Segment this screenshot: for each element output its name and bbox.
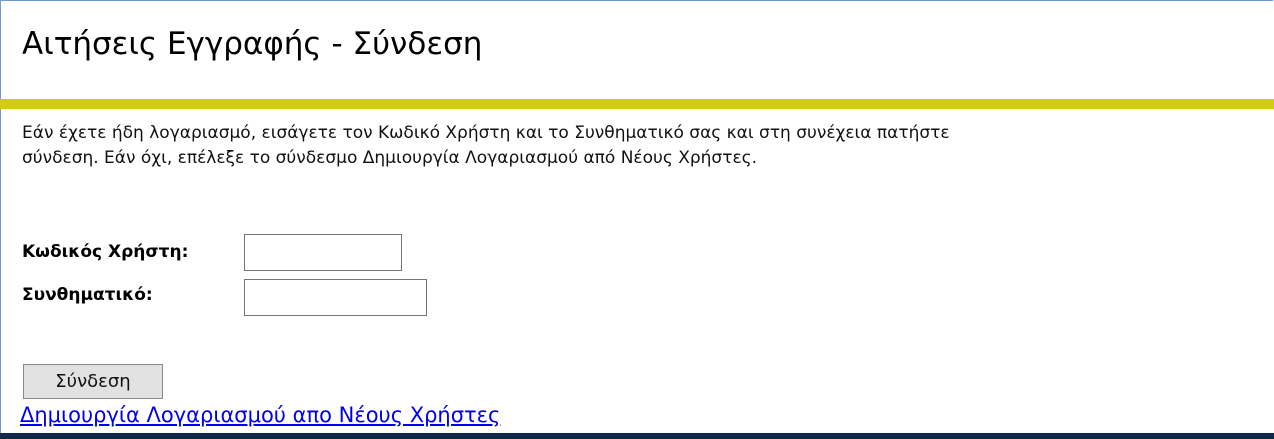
title-divider [0,99,1274,109]
username-input[interactable] [244,234,402,271]
username-label: Κωδικός Χρήστη: [22,242,189,262]
password-input[interactable] [244,279,427,316]
password-label: Συνθηματικό: [22,285,153,305]
instructions-text: Εάν έχετε ήδη λογαριασμό, εισάγετε τον Κ… [22,123,950,168]
create-account-link[interactable]: Δημιουργία Λογαριασμού απο Νέους Χρήστες [20,401,500,429]
bottom-border [0,433,1274,439]
page-title: Αιτήσεις Εγγραφής - Σύνδεση [22,26,483,62]
login-button[interactable]: Σύνδεση [23,364,163,399]
